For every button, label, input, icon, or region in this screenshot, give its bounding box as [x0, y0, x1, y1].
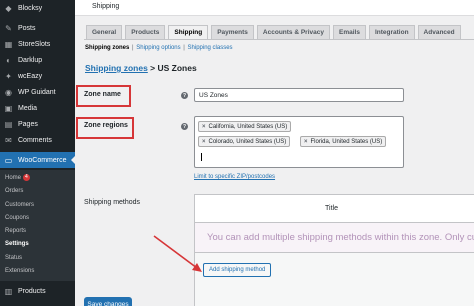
subnav-shipping-options[interactable]: Shipping options [136, 45, 180, 51]
subnav-separator: | [183, 45, 185, 51]
media-icon: ▣ [4, 103, 13, 113]
current-menu-arrow [71, 156, 75, 164]
tab-shipping[interactable]: Shipping [168, 25, 209, 39]
blocksy-icon: ◆ [5, 3, 12, 13]
region-chip: × California, United States (US) [198, 121, 292, 132]
breadcrumb-current: > US Zones [147, 63, 197, 73]
add-shipping-method-button[interactable]: Add shipping method [203, 263, 272, 277]
help-icon[interactable]: ? [181, 123, 188, 130]
comments-icon: ✉ [5, 135, 12, 145]
remove-icon[interactable]: × [202, 139, 206, 145]
column-title: Title [325, 205, 338, 212]
subnav-separator: | [132, 45, 134, 51]
submenu-item-settings[interactable]: Settings [5, 241, 29, 247]
help-icon[interactable]: ? [181, 92, 188, 99]
slots-icon: ▦ [4, 39, 13, 49]
sidebar-item-label: Blocksy [18, 4, 43, 12]
woocommerce-icon: ▭ [4, 155, 13, 165]
sidebar-item-label: WooCommerce [18, 156, 67, 164]
submenu-item-orders[interactable]: Orders [5, 188, 23, 194]
region-chip: × Florida, United States (US) [300, 136, 387, 147]
limit-postcodes-link[interactable]: Limit to specific ZIP/postcodes [194, 174, 275, 180]
notification-badge: 4 [23, 174, 30, 181]
sidebar-item-label: Darklup [18, 56, 43, 64]
sidebar-item-label: Products [18, 287, 46, 295]
text-cursor [201, 153, 202, 161]
sidebar-item-label: StoreSlots [18, 40, 51, 48]
subnav-shipping-zones[interactable]: Shipping zones [85, 45, 129, 51]
annotation-arrow [153, 235, 202, 272]
sidebar-item-wceazy[interactable]: ✦ wcEazy [0, 68, 75, 84]
shipping-methods-table: Title You can add multiple shipping meth… [194, 194, 474, 306]
pages-icon: ▤ [4, 119, 13, 129]
tab-advanced[interactable]: Advanced [417, 25, 461, 39]
zone-name-input[interactable]: US Zones [194, 88, 404, 102]
sidebar-item-darklup[interactable]: ◐ Darklup [0, 52, 75, 68]
submenu-item-extensions[interactable]: Extensions [5, 268, 34, 274]
tab-integration[interactable]: Integration [368, 25, 415, 39]
tab-accounts-privacy[interactable]: Accounts & Privacy [256, 25, 330, 39]
breadcrumb-shipping-zones-link[interactable]: Shipping zones [85, 63, 148, 73]
sidebar-item-pages[interactable]: ▤ Pages [0, 116, 75, 132]
darklup-icon: ◐ [6, 55, 11, 65]
tab-emails[interactable]: Emails [332, 25, 366, 39]
sidebar-item-label: WP Guidant [18, 88, 56, 96]
empty-methods-message: You can add multiple shipping methods wi… [195, 223, 474, 253]
table-footer: Add shipping method [195, 253, 474, 306]
guidant-icon: ◉ [5, 87, 12, 97]
sidebar-item-products[interactable]: ▥ Products [0, 283, 75, 299]
save-changes-button[interactable]: Save changes [84, 297, 132, 306]
sidebar-item-comments[interactable]: ✉ Comments [0, 132, 75, 148]
sidebar-item-media[interactable]: ▣ Media [0, 100, 75, 116]
region-chip: × Colorado, United States (US) [198, 136, 291, 147]
sidebar-item-label: wcEazy [18, 72, 43, 80]
remove-icon[interactable]: × [202, 124, 206, 130]
sidebar-item-storeslots[interactable]: ▦ StoreSlots [0, 36, 75, 52]
submenu-item-reports[interactable]: Reports [5, 228, 26, 234]
tab-products[interactable]: Products [125, 25, 166, 39]
sidebar-item-wp-guidant[interactable]: ◉ WP Guidant [0, 84, 75, 100]
submenu-item-home[interactable]: Home 4 [5, 174, 30, 181]
sidebar-item-blocksy[interactable]: ◆ Blocksy [0, 0, 75, 16]
subnav-shipping-classes[interactable]: Shipping classes [188, 45, 233, 51]
remove-icon[interactable]: × [304, 139, 308, 145]
sidebar-item-posts[interactable]: ✎ Posts [0, 20, 75, 36]
shipping-subnav: Shipping zones | Shipping options | Ship… [85, 45, 233, 51]
sidebar-item-woocommerce[interactable]: ▭ WooCommerce [0, 152, 75, 168]
submenu-item-status[interactable]: Status [5, 255, 22, 261]
breadcrumb: Shipping zones > US Zones [85, 63, 197, 73]
admin-sidebar: ◆ Blocksy ✎ Posts ▦ StoreSlots ◐ Darklup… [0, 0, 75, 306]
submenu-item-coupons[interactable]: Coupons [5, 215, 29, 221]
shipping-methods-label: Shipping methods [84, 199, 141, 206]
pin-icon: ✎ [5, 23, 12, 33]
table-header: Title [195, 195, 474, 223]
page-header: Shipping [75, 0, 474, 16]
page-title: Shipping [92, 3, 120, 10]
settings-tabs: General Products Shipping Payments Accou… [86, 25, 464, 39]
submenu-item-customers[interactable]: Customers [5, 202, 34, 208]
tab-payments[interactable]: Payments [211, 25, 254, 39]
woocommerce-submenu: Home 4 Orders Customers Coupons Reports S… [0, 170, 75, 281]
tab-general[interactable]: General [86, 25, 123, 39]
sidebar-item-label: Posts [18, 24, 36, 32]
wceazy-icon: ✦ [5, 71, 12, 81]
sidebar-item-label: Media [18, 104, 38, 112]
zone-regions-select[interactable]: × California, United States (US) × Colorad… [194, 116, 404, 168]
zone-name-label: Zone name [84, 91, 121, 98]
sidebar-item-label: Comments [18, 136, 52, 144]
zone-regions-label: Zone regions [84, 122, 128, 129]
tabs-divider [84, 39, 474, 40]
sidebar-item-label: Pages [18, 120, 38, 128]
products-icon: ▥ [4, 286, 13, 296]
